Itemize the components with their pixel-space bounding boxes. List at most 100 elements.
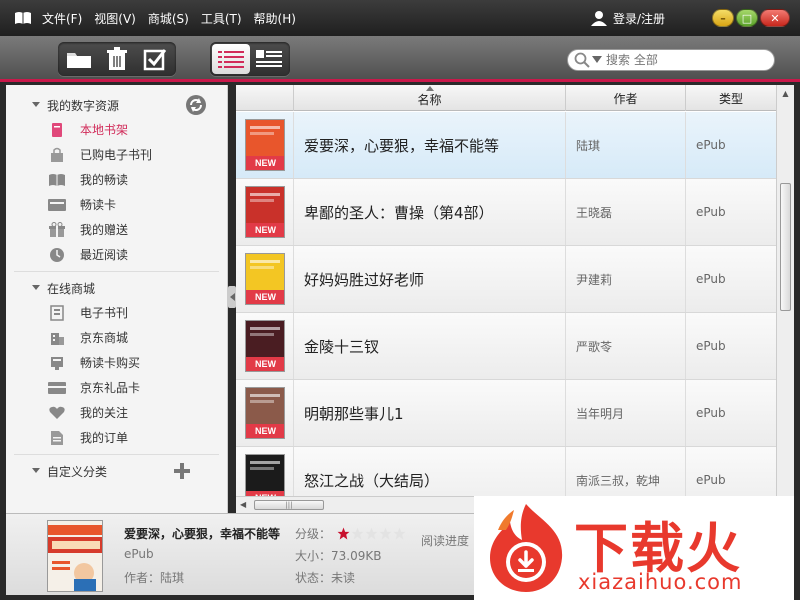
sidebar-item[interactable]: 京东礼品卡 xyxy=(6,375,227,400)
ebook-icon xyxy=(48,304,66,321)
sidebar-item-label: 我的畅读 xyxy=(80,173,129,187)
selected-book-author: 作者：陆琪 xyxy=(124,571,185,585)
book-type: ePub xyxy=(696,339,726,353)
column-header-author[interactable]: 作者 xyxy=(566,85,686,111)
table-header: 名称 作者 类型 xyxy=(236,85,776,111)
column-label: 作者 xyxy=(613,91,638,106)
section-my-resources[interactable]: 我的数字资源 xyxy=(6,93,227,117)
sidebar-item[interactable]: 电子书刊 xyxy=(6,300,227,325)
sidebar-item-label: 畅读卡购买 xyxy=(80,356,141,370)
gift-icon xyxy=(48,221,66,238)
star-empty-icon[interactable] xyxy=(379,527,392,540)
menu-help[interactable]: 帮助(H) xyxy=(254,10,296,27)
book-icon xyxy=(48,122,66,138)
read-status: 状态：未读 xyxy=(295,571,356,585)
delete-button[interactable] xyxy=(98,44,136,74)
sidebar-item[interactable]: 已购电子书刊 xyxy=(6,142,227,167)
login-register-link[interactable]: 登录/注册 xyxy=(590,9,665,27)
list-view-button[interactable] xyxy=(212,44,250,74)
sidebar-item-label: 京东商城 xyxy=(80,331,129,345)
vertical-scrollbar[interactable]: ▲ xyxy=(776,85,794,496)
view-mode-group xyxy=(210,42,290,76)
book-type: ePub xyxy=(696,205,726,219)
open-folder-button[interactable] xyxy=(60,44,98,74)
star-filled-icon[interactable] xyxy=(337,527,350,540)
watermark-url: xiazaihuo.com xyxy=(578,570,743,594)
table-row[interactable]: NEW 明朝那些事儿1 当年明月 ePub xyxy=(236,380,776,447)
star-empty-icon[interactable] xyxy=(393,527,406,540)
search-box[interactable] xyxy=(567,49,775,71)
user-icon xyxy=(591,11,607,26)
maximize-button[interactable]: □ xyxy=(736,9,758,27)
sidebar-item[interactable]: 最近阅读 xyxy=(6,242,227,267)
sidebar-item[interactable]: 畅读卡 xyxy=(6,192,227,217)
flame-logo-icon xyxy=(490,504,563,592)
sidebar-item[interactable]: 我的赠送 xyxy=(6,217,227,242)
close-button[interactable]: ✕ xyxy=(760,9,790,27)
rating-stars[interactable] xyxy=(337,527,407,540)
detail-view-icon xyxy=(256,50,282,67)
sidebar-item[interactable]: 京东商城 xyxy=(6,325,227,350)
window-controls: – □ ✕ xyxy=(712,9,792,27)
table-row[interactable]: NEW怒江之战（大结局）南派三叔，乾坤 ePub xyxy=(236,447,776,496)
minimize-button[interactable]: – xyxy=(712,9,734,27)
book-cover: NEW xyxy=(244,253,285,305)
sidebar-item-label: 最近阅读 xyxy=(80,248,129,262)
sidebar-item[interactable]: 我的畅读 xyxy=(6,167,227,192)
chevron-left-icon xyxy=(229,293,235,301)
scroll-left-icon[interactable]: ◀ xyxy=(240,500,246,509)
scroll-thumb[interactable]: ||| xyxy=(254,500,324,510)
star-empty-icon[interactable] xyxy=(365,527,378,540)
selected-book-cover xyxy=(47,520,103,592)
menu-file[interactable]: 文件(F) xyxy=(42,10,82,27)
collapse-arrow-icon xyxy=(32,468,40,473)
select-button[interactable] xyxy=(136,44,174,74)
title-bar: 文件(F) 视图(V) 商城(S) 工具(T) 帮助(H) 登录/注册 – □ … xyxy=(0,0,800,36)
book-author: 陆琪 xyxy=(566,112,686,178)
add-category-icon[interactable] xyxy=(174,463,190,479)
search-input[interactable] xyxy=(606,53,756,67)
sidebar-item-label: 畅读卡 xyxy=(80,198,117,212)
menu-view[interactable]: 视图(V) xyxy=(94,10,136,27)
cover-cell: NEW xyxy=(236,112,294,178)
detail-view-button[interactable] xyxy=(250,44,288,74)
scroll-up-icon[interactable]: ▲ xyxy=(777,85,794,101)
star-empty-icon[interactable] xyxy=(351,527,364,540)
login-label: 登录/注册 xyxy=(613,11,666,26)
collapse-arrow-icon xyxy=(32,285,40,290)
refresh-icon[interactable] xyxy=(185,94,207,116)
sidebar-item-label: 我的订单 xyxy=(80,431,129,445)
heart-icon xyxy=(48,405,66,421)
table-row[interactable]: NEW 爱要深，心要狠，幸福不能等 陆琪 ePub xyxy=(236,112,776,179)
scroll-thumb[interactable] xyxy=(780,183,791,311)
gift-card-icon xyxy=(48,380,66,396)
table-row[interactable]: NEW 好妈妈胜过好老师 尹建莉 ePub xyxy=(236,246,776,313)
section-title: 我的数字资源 xyxy=(47,98,120,113)
checkbox-icon xyxy=(143,49,167,71)
search-icon xyxy=(574,52,590,68)
book-list-panel: 名称 作者 类型 NEW 爱要深，心要狠，幸福不能等 陆琪 ePub NEW 卑鄙的圣人：… xyxy=(236,85,794,513)
new-badge: NEW xyxy=(245,223,284,237)
sidebar-item[interactable]: 本地书架 xyxy=(6,117,227,142)
sidebar-item[interactable]: 我的订单 xyxy=(6,425,227,450)
section-online-store[interactable]: 在线商城 xyxy=(6,276,227,300)
rating-row: 分级： xyxy=(295,525,407,542)
cover-cell: NEW xyxy=(236,447,294,496)
menu-store[interactable]: 商城(S) xyxy=(148,10,189,27)
menu-tools[interactable]: 工具(T) xyxy=(201,10,242,27)
book-type: ePub xyxy=(696,473,726,487)
sidebar-collapse-handle[interactable] xyxy=(228,286,236,308)
column-header-name[interactable]: 名称 xyxy=(294,85,566,111)
dropdown-arrow-icon[interactable] xyxy=(592,56,602,64)
minimize-icon: – xyxy=(720,11,726,25)
book-name: 好妈妈胜过好老师 xyxy=(294,246,566,312)
cart-card-icon xyxy=(48,355,66,371)
table-row[interactable]: NEW 金陵十三钗 严歌苓 ePub xyxy=(236,313,776,380)
file-actions-group xyxy=(58,42,176,76)
sidebar-item[interactable]: 我的关注 xyxy=(6,400,227,425)
column-header-type[interactable]: 类型 xyxy=(686,85,776,111)
section-custom-category[interactable]: 自定义分类 xyxy=(6,459,227,483)
table-row[interactable]: NEW 卑鄙的圣人：曹操（第4部） 王晓磊 ePub xyxy=(236,179,776,246)
column-header-cover xyxy=(236,85,294,111)
sidebar-item[interactable]: 畅读卡购买 xyxy=(6,350,227,375)
